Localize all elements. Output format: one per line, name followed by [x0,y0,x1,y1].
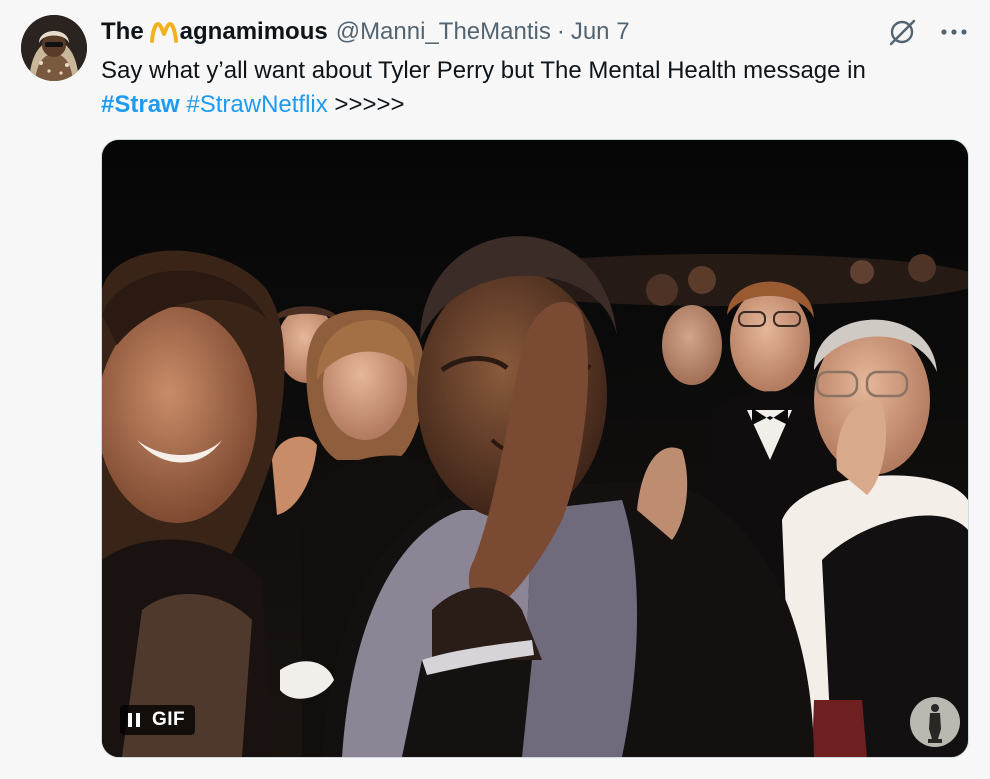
display-name-prefix: The [101,18,144,45]
display-name-suffix: agnamimous [179,18,328,45]
tweet[interactable]: The agnamimous @Manni_TheMantis · Jun 7 [0,0,990,779]
grok-slash-icon[interactable] [886,16,918,48]
gif-frame [102,140,968,757]
tweet-header: The agnamimous @Manni_TheMantis · Jun 7 [101,16,630,48]
oscar-statuette-icon [908,695,962,749]
m-letter-emoji [149,21,178,43]
pause-icon[interactable] [128,712,140,728]
gif-badge: GIF [152,709,186,730]
tweet-text: Say what y’all want about Tyler Perry bu… [101,54,961,122]
header-actions [886,16,970,48]
more-icon[interactable] [938,16,970,48]
avatar[interactable] [21,15,87,81]
gif-controls[interactable]: GIF [120,705,196,735]
tweet-text-body: Say what y’all want about Tyler Perry bu… [101,57,866,84]
display-name[interactable]: The agnamimous [101,18,328,46]
gif-media[interactable]: GIF [101,139,969,758]
tweet-text-suffix: >>>>> [334,91,405,118]
hashtag-straw[interactable]: #Straw [101,91,180,118]
separator-dot: · [556,18,565,45]
hashtag-strawnetflix[interactable]: #StrawNetflix [186,91,327,118]
user-handle[interactable]: @Manni_TheMantis [336,18,551,46]
tweet-date[interactable]: Jun 7 [571,18,630,46]
